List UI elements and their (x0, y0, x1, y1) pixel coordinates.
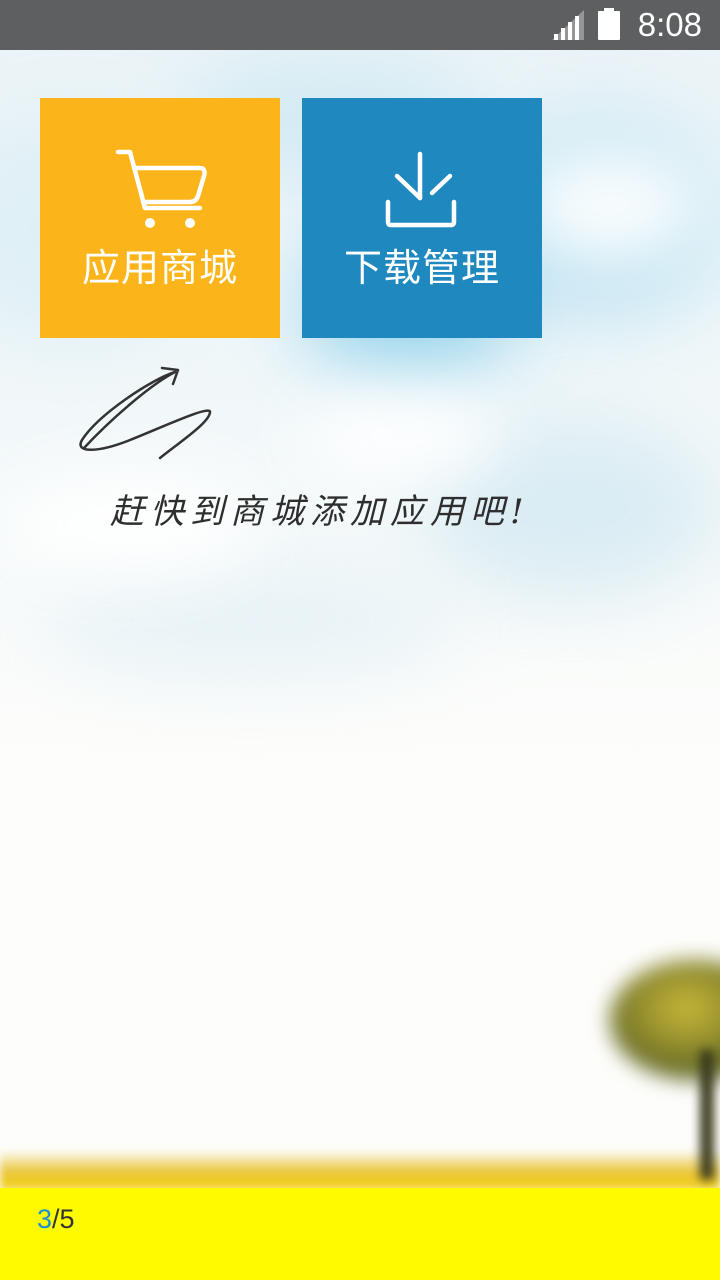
download-manager-label: 下载管理 (343, 246, 500, 290)
app-store-label: 应用商城 (81, 246, 238, 290)
arrow-icon (79, 366, 212, 460)
signal-icon (552, 10, 584, 40)
cart-icon (115, 149, 207, 228)
battery-icon (598, 8, 620, 40)
page-indicator: 3/5 (37, 1201, 75, 1237)
page-current: 3 (37, 1204, 53, 1234)
app-store-tile[interactable]: 应用商城 (40, 98, 280, 338)
clock: 8:08 (637, 6, 702, 43)
page-total: /5 (52, 1204, 75, 1234)
hint-text: 赶快到商城添加应用吧! (110, 492, 530, 532)
download-icon (385, 151, 457, 228)
bottom-bar (0, 1188, 720, 1280)
download-manager-tile[interactable]: 下载管理 (302, 98, 542, 338)
guide-screen: 8:08 应用商城 下载管理 赶快到商城添加应用吧! 3/5 (0, 0, 720, 1280)
status-bar: 8:08 (0, 0, 720, 50)
